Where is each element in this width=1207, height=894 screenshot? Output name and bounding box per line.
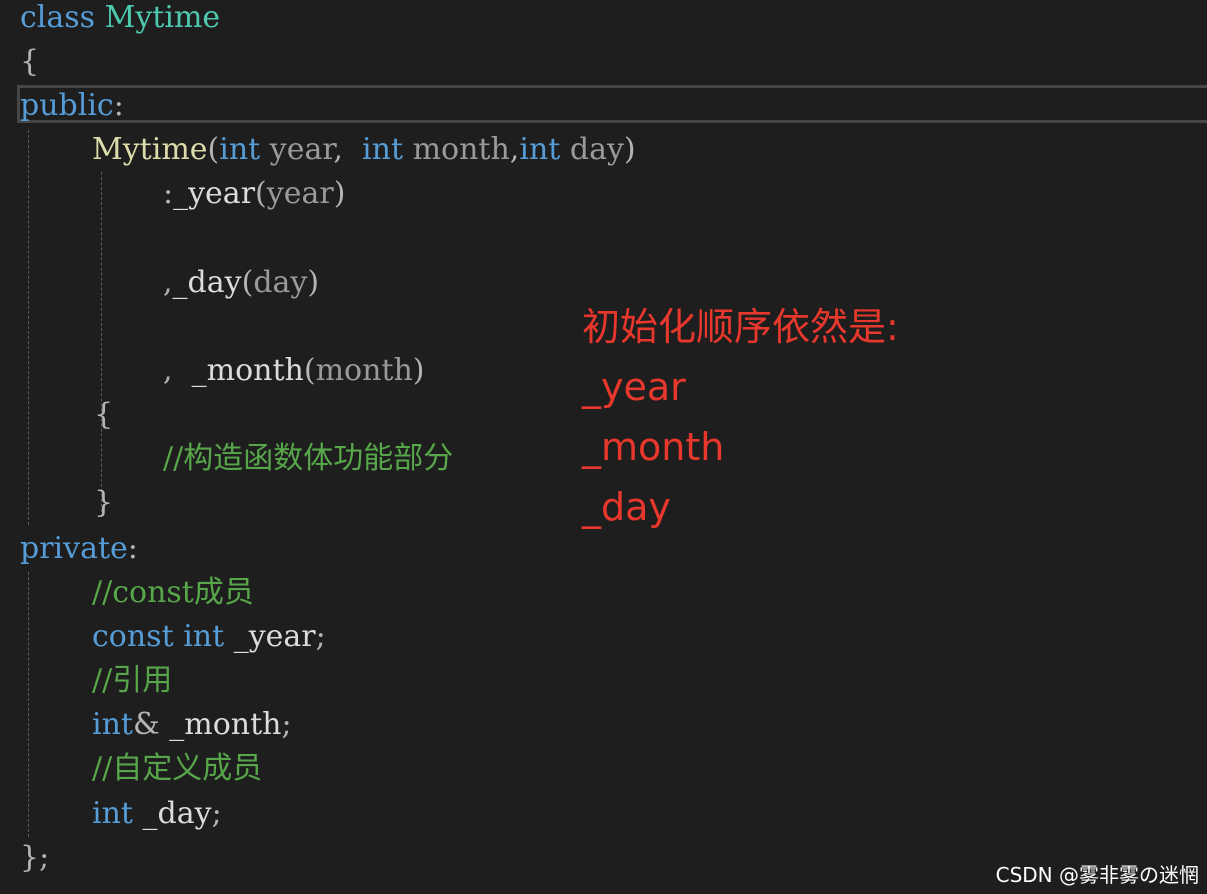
paren: ( <box>241 265 254 300</box>
comment: //自定义成员 <box>92 751 263 786</box>
close-brace-semicolon: }; <box>20 840 50 875</box>
type-int: int <box>92 707 133 742</box>
code-line-16: //自定义成员 <box>92 749 262 789</box>
param-month: month <box>412 132 510 167</box>
type-int: int <box>92 796 133 831</box>
indent-guide-outer <box>28 130 29 525</box>
param-day: day <box>569 132 624 167</box>
code-line-17: int _day; <box>92 794 222 834</box>
code-line-15: int& _month; <box>92 705 292 745</box>
member-day: _day <box>172 265 242 300</box>
colon: : <box>113 88 124 123</box>
paren: ( <box>255 176 267 211</box>
member-year: _year <box>233 619 316 654</box>
open-brace: { <box>20 44 40 79</box>
semicolon: ; <box>211 796 222 831</box>
type-int: int <box>519 132 561 167</box>
code-line-6: ,_day(day) <box>163 263 319 303</box>
keyword-class: class <box>20 0 96 35</box>
comma: , <box>509 132 520 167</box>
annotation-item: _month <box>582 425 725 469</box>
watermark: CSDN @雾非雾の迷惘 <box>995 863 1199 887</box>
code-editor[interactable]: class Mytime { public: Mytime(int year, … <box>0 0 1207 894</box>
arg-month: month <box>315 353 413 388</box>
colon: : <box>163 176 174 211</box>
code-line-3: public: <box>20 86 124 126</box>
type-int: int <box>219 132 261 167</box>
annotation-item: _day <box>582 485 671 529</box>
comment: //构造函数体功能部分 <box>163 441 454 476</box>
comma: , <box>163 265 173 300</box>
indent-guide-ctor <box>101 172 102 517</box>
comment: //const成员 <box>92 575 254 610</box>
code-line-10: } <box>94 483 113 523</box>
code-line-7: , _month(month) <box>163 351 425 391</box>
current-line-highlight <box>17 85 1207 123</box>
indent-guide-private <box>28 572 29 837</box>
keyword-const: const <box>92 619 174 654</box>
paren: ( <box>207 132 220 167</box>
code-line-13: const int _year; <box>92 617 326 657</box>
colon: : <box>127 531 138 566</box>
code-line-2: { <box>20 42 39 82</box>
semicolon: ; <box>281 707 292 742</box>
comment: //引用 <box>92 663 173 698</box>
annotation-title: 初始化顺序依然是: <box>582 305 899 349</box>
class-name: Mytime <box>104 0 221 35</box>
code-line-11: private: <box>20 529 138 569</box>
paren: ) <box>623 132 636 167</box>
keyword-public: public <box>20 88 114 123</box>
paren: ) <box>412 353 425 388</box>
arg-day: day <box>253 265 308 300</box>
code-line-4: Mytime(int year, int month,int day) <box>92 130 636 170</box>
member-month: _month <box>191 353 304 388</box>
paren: ) <box>333 176 346 211</box>
paren: ( <box>303 353 316 388</box>
open-brace: { <box>94 397 114 432</box>
code-line-9: //构造函数体功能部分 <box>163 439 453 479</box>
type-int: int <box>183 619 225 654</box>
close-brace: } <box>94 485 114 520</box>
comma: , <box>333 132 343 167</box>
ampersand: & <box>132 707 160 742</box>
member-day: _day <box>142 796 212 831</box>
annotation-item: _year <box>582 365 686 409</box>
code-line-12: //const成员 <box>92 573 254 613</box>
code-line-18: }; <box>20 838 49 878</box>
code-line-5: :_year(year) <box>163 174 345 214</box>
paren: ) <box>307 265 320 300</box>
semicolon: ; <box>315 619 326 654</box>
comma: , <box>163 353 173 388</box>
type-int: int <box>362 132 404 167</box>
param-year: year <box>269 132 334 167</box>
code-line-1: class Mytime <box>20 0 220 38</box>
arg-year: year <box>266 176 334 211</box>
member-month: _month <box>169 707 282 742</box>
member-year: _year <box>173 176 256 211</box>
keyword-private: private <box>20 531 128 566</box>
constructor-name: Mytime <box>92 132 208 167</box>
code-line-14: //引用 <box>92 661 172 701</box>
code-line-8: { <box>94 395 113 435</box>
